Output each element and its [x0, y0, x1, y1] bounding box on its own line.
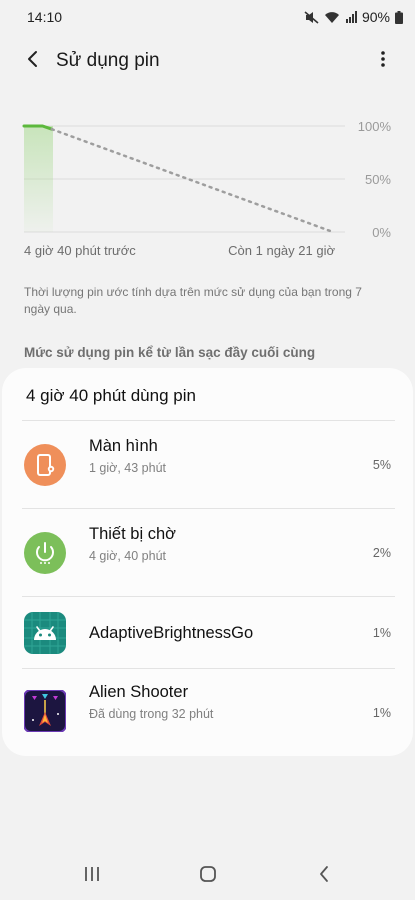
app-percent: 5% [372, 458, 391, 472]
x-tick-end: Còn 1 ngày 21 giờ [228, 243, 335, 258]
more-vertical-icon [381, 50, 385, 73]
x-tick-start: 4 giờ 40 phút trước [24, 243, 136, 258]
divider [22, 420, 395, 421]
app-usage-time: Đã dùng trong 32 phút [89, 707, 214, 721]
usage-card: 4 giờ 40 phút dùng pin Màn hình 1 giờ, 4… [2, 368, 413, 756]
list-item-alien-shooter[interactable]: Alien Shooter Đã dùng trong 32 phút 1% [2, 672, 413, 744]
app-name: Màn hình [89, 437, 158, 455]
more-options-button[interactable] [371, 46, 395, 76]
list-item-screen[interactable]: Màn hình 1 giờ, 43 phút 5% [2, 428, 413, 500]
y-tick-100: 100% [357, 119, 391, 134]
back-arrow-icon [26, 50, 40, 73]
divider [22, 596, 395, 597]
battery-chart-plot [22, 124, 345, 234]
back-button[interactable] [18, 46, 48, 76]
alien-shooter-game-icon [23, 689, 67, 733]
app-name: Thiết bị chờ [89, 525, 176, 543]
battery-icon [395, 10, 403, 24]
chart-description: Thời lượng pin ước tính dựa trên mức sử … [24, 285, 362, 316]
page-title: Sử dụng pin [56, 50, 160, 71]
android-icon [24, 612, 66, 654]
y-tick-50: 50% [364, 172, 391, 187]
app-bar: Sử dụng pin [0, 34, 415, 88]
home-icon [199, 865, 217, 888]
app-name: AdaptiveBrightnessGo [89, 624, 254, 642]
wifi-icon [324, 11, 340, 24]
y-tick-0: 0% [372, 225, 391, 240]
battery-percent: 90% [361, 9, 390, 25]
app-percent: 1% [372, 626, 391, 640]
list-item-adaptive-brightness[interactable]: AdaptiveBrightnessGo 1% [2, 600, 413, 672]
nav-back-button[interactable] [309, 864, 339, 888]
app-usage-time: 4 giờ, 40 phút [89, 549, 167, 563]
navigation-bar [0, 852, 415, 900]
divider [22, 668, 395, 669]
series-estimate-line [50, 127, 335, 234]
app-percent: 1% [372, 706, 391, 720]
app-name: Alien Shooter [89, 683, 189, 701]
app-percent: 2% [372, 546, 391, 560]
list-item-standby[interactable]: Thiết bị chờ 4 giờ, 40 phút 2% [2, 516, 413, 588]
nav-back-icon [318, 865, 330, 888]
usage-card-title: 4 giờ 40 phút dùng pin [26, 386, 196, 405]
battery-chart: 100% 50% 0% 4 giờ 40 phút trước Còn 1 ng… [0, 110, 415, 258]
signal-icon [345, 11, 357, 23]
usage-area [24, 126, 53, 232]
home-button[interactable] [193, 864, 223, 888]
standby-power-icon [24, 532, 66, 574]
app-usage-time: 1 giờ, 43 phút [89, 461, 167, 475]
status-bar: 14:10 90% [0, 0, 415, 34]
divider [22, 508, 395, 509]
status-icons: 90% [304, 9, 403, 25]
recents-button[interactable] [77, 864, 107, 888]
mute-icon [304, 10, 319, 24]
screen-icon [24, 444, 66, 486]
status-time: 14:10 [27, 9, 63, 25]
section-header: Mức sử dụng pin kể từ lần sạc đầy cuối c… [24, 345, 316, 360]
recents-icon [84, 866, 100, 887]
